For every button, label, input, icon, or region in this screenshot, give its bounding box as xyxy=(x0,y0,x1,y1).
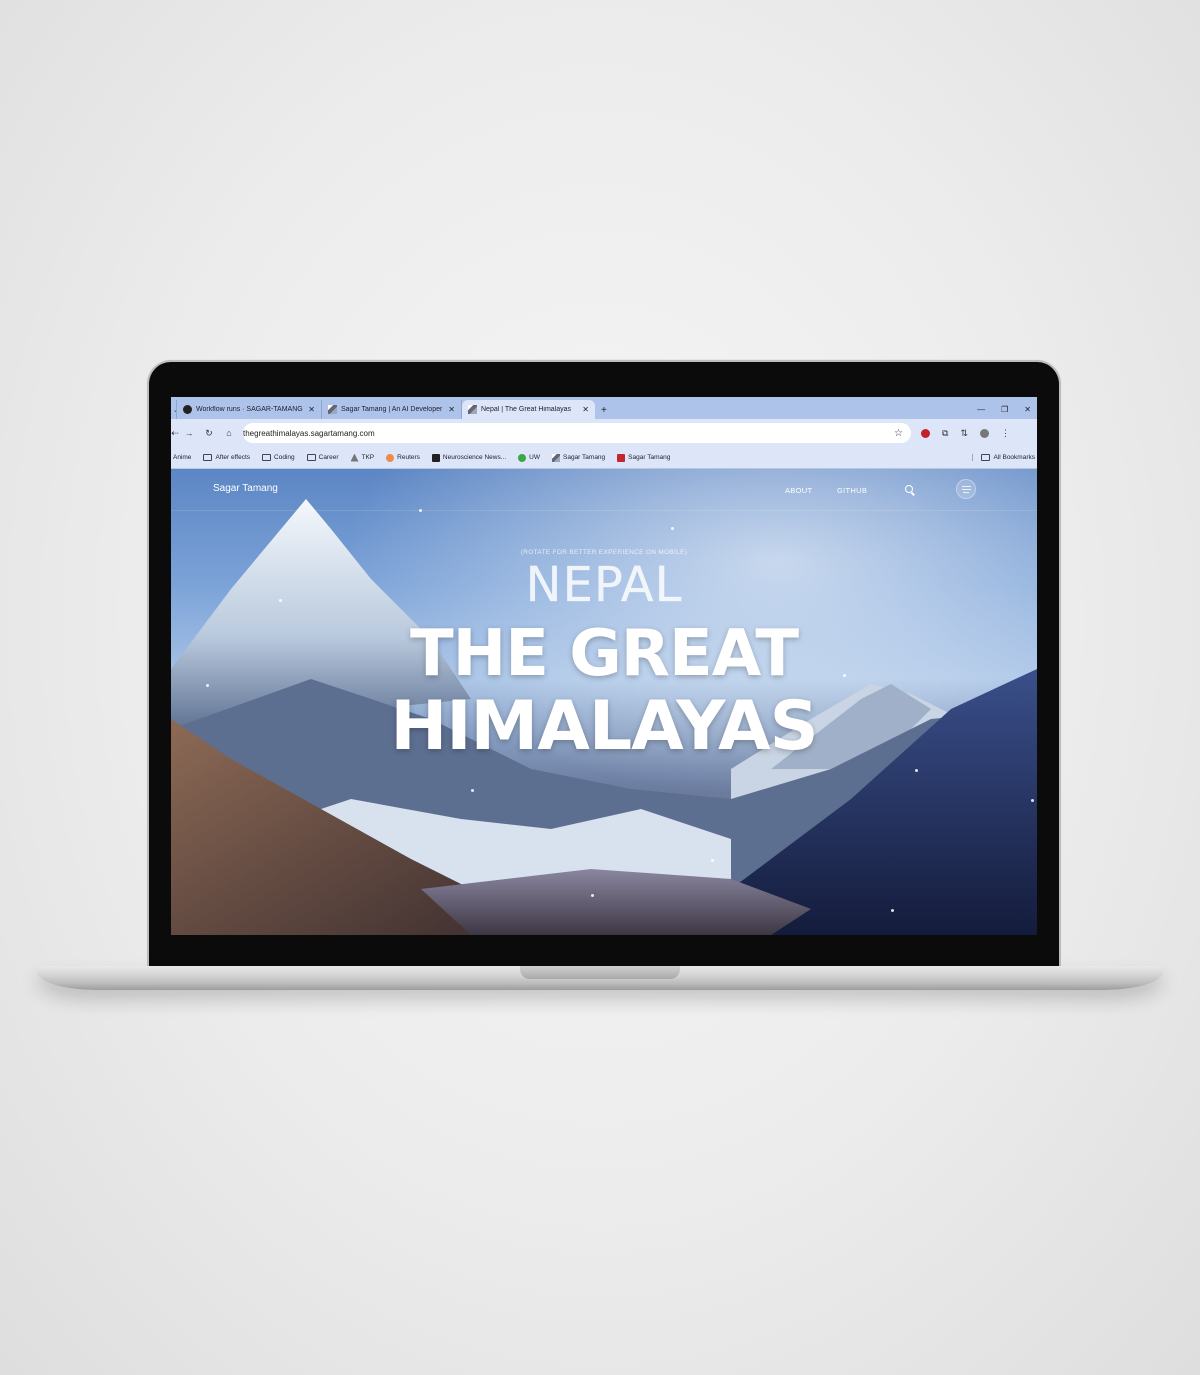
bookmark-sagar-tamang-2[interactable]: Sagar Tamang xyxy=(617,453,671,462)
reuters-icon xyxy=(386,453,395,462)
browser-tab-bar: ⌄ Workflow runs · SAGAR-TAMANG ✕ Sagar T… xyxy=(171,397,1037,419)
bookmark-reuters[interactable]: Reuters xyxy=(386,453,420,462)
bookmark-label: Neuroscience News... xyxy=(442,454,507,461)
neuroscience-icon xyxy=(431,453,440,462)
tab-title: Sagar Tamang | An AI Developer xyxy=(341,406,443,413)
all-bookmarks-label: All Bookmarks xyxy=(993,454,1035,461)
folder-icon xyxy=(981,454,991,461)
github-icon xyxy=(183,405,192,414)
close-icon[interactable]: ✕ xyxy=(308,405,315,414)
tkp-icon xyxy=(350,453,359,462)
bookmark-after-effects[interactable]: After effects xyxy=(203,454,250,461)
back-icon[interactable]: ⇠ xyxy=(171,428,179,439)
bookmark-neuroscience[interactable]: Neuroscience News... xyxy=(431,453,507,462)
heading-the-great: THE GREAT xyxy=(410,617,799,691)
extensions-puzzle-icon[interactable]: ⧉ xyxy=(942,428,948,439)
folder-icon xyxy=(203,454,213,461)
bookmark-star-icon[interactable]: ☆ xyxy=(894,428,903,439)
site-brand[interactable]: Sagar Tamang xyxy=(213,483,278,494)
rotate-hint: (ROTATE FOR BETTER EXPERIENCE ON MOBILE) xyxy=(520,549,688,556)
uw-icon xyxy=(518,453,527,462)
bookmark-label: TKP xyxy=(361,454,375,461)
mountain-icon xyxy=(468,405,477,414)
search-icon[interactable] xyxy=(905,485,913,493)
mountain-icon xyxy=(328,405,337,414)
extension-icons: ⧉ ⇅ ⋮ xyxy=(921,428,1010,439)
url-text: thegreathimalayas.sagartamang.com xyxy=(243,428,375,438)
bookmark-tkp[interactable]: TKP xyxy=(350,453,375,462)
bookmark-label: Sagar Tamang xyxy=(563,454,606,461)
bookmark-label: Coding xyxy=(274,454,295,461)
snowflake xyxy=(711,859,714,862)
menu-line xyxy=(963,492,969,493)
hero-section: Sagar Tamang ABOUT GITHUB (ROTATE FOR BE… xyxy=(171,469,1037,935)
snowflake xyxy=(1031,799,1034,802)
laptop-screen: ⌄ Workflow runs · SAGAR-TAMANG ✕ Sagar T… xyxy=(171,397,1037,935)
folder-icon xyxy=(262,454,272,461)
bookmark-label: Career xyxy=(318,454,339,461)
tab-sagar-tamang[interactable]: Sagar Tamang | An AI Developer ✕ xyxy=(322,400,462,419)
profile-avatar-icon[interactable] xyxy=(979,428,989,438)
nav-about[interactable]: ABOUT xyxy=(785,486,812,495)
bookmark-uw[interactable]: UW xyxy=(518,453,540,462)
nav-divider xyxy=(171,510,1037,511)
home-icon[interactable]: ⌂ xyxy=(219,428,239,438)
window-controls: — ❐ ✕ xyxy=(971,405,1037,419)
tab-search-icon[interactable]: ⇅ xyxy=(960,428,968,439)
snowflake xyxy=(915,769,918,772)
nav-github[interactable]: GITHUB xyxy=(837,486,867,495)
bookmark-label: After effects xyxy=(215,454,251,461)
profile-icon xyxy=(617,453,626,462)
all-bookmarks[interactable]: All Bookmarks xyxy=(972,454,1037,461)
menu-line xyxy=(962,489,971,490)
menu-dots-icon[interactable]: ⋮ xyxy=(1001,428,1010,439)
bookmark-label: Reuters xyxy=(397,454,420,461)
close-window-icon[interactable]: ✕ xyxy=(1024,405,1031,414)
snowflake xyxy=(671,527,674,530)
extension-shield-icon[interactable] xyxy=(921,428,930,438)
tab-nepal-active[interactable]: Nepal | The Great Himalayas ✕ xyxy=(462,400,595,419)
heading-nepal: NEPAL xyxy=(525,557,683,613)
bookmark-sagar-tamang[interactable]: Sagar Tamang xyxy=(552,453,606,462)
bookmark-label: Sagar Tamang xyxy=(628,454,671,461)
snowflake xyxy=(591,894,594,897)
bookmark-coding[interactable]: Coding xyxy=(262,454,295,461)
address-bar[interactable]: thegreathimalayas.sagartamang.com ☆ xyxy=(179,423,911,501)
reload-icon[interactable]: ↻ xyxy=(199,428,219,439)
hamburger-menu-button[interactable] xyxy=(956,479,976,499)
bookmark-anime[interactable]: Anime xyxy=(173,454,191,461)
bookmarks-bar: Anime After effects Coding Career TKP Re… xyxy=(171,447,1037,469)
new-tab-icon[interactable]: + xyxy=(595,405,613,419)
laptop-notch xyxy=(520,966,680,979)
maximize-icon[interactable]: ❐ xyxy=(1001,405,1008,414)
snowflake xyxy=(891,909,894,912)
browser-toolbar: ⇠ → ↻ ⌂ thegreathimalayas.sagartamang.co… xyxy=(171,419,1037,501)
close-icon[interactable]: ✕ xyxy=(582,405,589,414)
heading-himalayas: HIMALAYAS xyxy=(390,687,818,766)
snowflake xyxy=(471,789,474,792)
bookmark-label: UW xyxy=(529,454,540,461)
tab-title: Workflow runs · SAGAR-TAMANG xyxy=(196,406,303,413)
bookmark-label: Anime xyxy=(173,454,192,461)
menu-line xyxy=(962,486,971,487)
forward-icon[interactable]: → xyxy=(179,428,199,438)
tab-workflow-runs[interactable]: Workflow runs · SAGAR-TAMANG ✕ xyxy=(177,400,322,419)
minimize-icon[interactable]: — xyxy=(977,405,985,414)
mountain-icon xyxy=(552,453,560,462)
folder-icon xyxy=(306,454,316,461)
bookmark-career[interactable]: Career xyxy=(306,454,339,461)
tab-title: Nepal | The Great Himalayas xyxy=(481,406,572,413)
close-icon[interactable]: ✕ xyxy=(448,405,455,414)
